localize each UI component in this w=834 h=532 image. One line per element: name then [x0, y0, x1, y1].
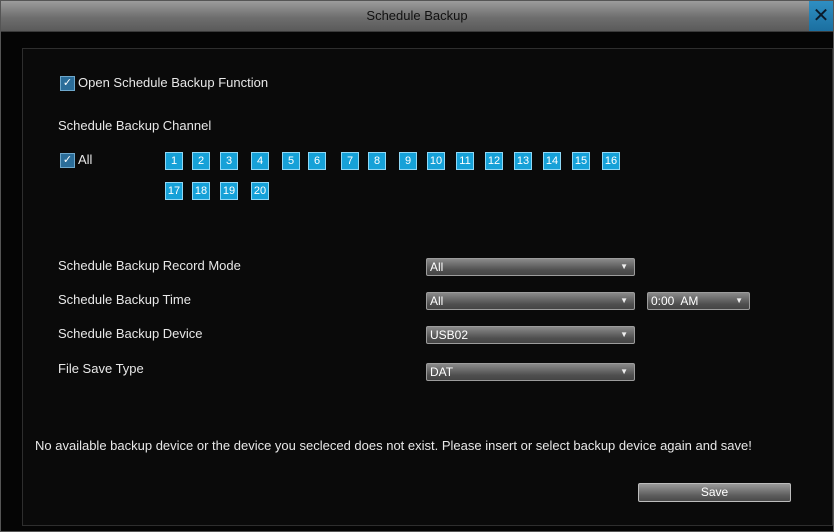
- channel-3-button[interactable]: 3: [220, 152, 238, 170]
- channel-10-button[interactable]: 10: [427, 152, 445, 170]
- channel-11-button[interactable]: 11: [456, 152, 474, 170]
- channel-1-button[interactable]: 1: [165, 152, 183, 170]
- checkmark-icon: ✓: [62, 154, 73, 166]
- backup-device-value: USB02: [430, 328, 469, 342]
- chevron-down-icon: ▼: [620, 330, 628, 339]
- channel-19-button[interactable]: 19: [220, 182, 238, 200]
- backup-device-label: Schedule Backup Device: [58, 326, 203, 341]
- backup-time-of-day-select[interactable]: 0:00 AM ▼: [647, 292, 750, 310]
- file-save-type-value: DAT: [430, 365, 454, 379]
- dialog-title: Schedule Backup: [366, 8, 468, 23]
- checkmark-icon: ✓: [62, 77, 73, 89]
- backup-time-of-day-value: 0:00 AM: [651, 294, 699, 308]
- channel-7-button[interactable]: 7: [341, 152, 359, 170]
- file-save-type-label: File Save Type: [58, 361, 144, 376]
- channel-5-button[interactable]: 5: [282, 152, 300, 170]
- open-function-checkbox[interactable]: ✓: [60, 76, 75, 91]
- save-button[interactable]: Save: [638, 483, 791, 502]
- channel-15-button[interactable]: 15: [572, 152, 590, 170]
- record-mode-label: Schedule Backup Record Mode: [58, 258, 241, 273]
- schedule-backup-dialog: Schedule Backup ✕ ✓ Open Schedule Backup…: [0, 0, 834, 532]
- title-bar: Schedule Backup ✕: [1, 1, 833, 32]
- channel-13-button[interactable]: 13: [514, 152, 532, 170]
- error-message: No available backup device or the device…: [35, 438, 752, 453]
- channel-6-button[interactable]: 6: [308, 152, 326, 170]
- channel-section-title: Schedule Backup Channel: [58, 118, 212, 133]
- channel-17-button[interactable]: 17: [165, 182, 183, 200]
- channel-20-button[interactable]: 20: [251, 182, 269, 200]
- record-mode-value: All: [430, 260, 444, 274]
- chevron-down-icon: ▼: [620, 296, 628, 305]
- open-function-label: Open Schedule Backup Function: [78, 75, 269, 90]
- channel-14-button[interactable]: 14: [543, 152, 561, 170]
- channel-16-button[interactable]: 16: [602, 152, 620, 170]
- backup-time-value: All: [430, 294, 444, 308]
- backup-device-select[interactable]: USB02 ▼: [426, 326, 635, 344]
- chevron-down-icon: ▼: [735, 296, 743, 305]
- file-save-type-select[interactable]: DAT ▼: [426, 363, 635, 381]
- chevron-down-icon: ▼: [620, 367, 628, 376]
- channel-8-button[interactable]: 8: [368, 152, 386, 170]
- record-mode-select[interactable]: All ▼: [426, 258, 635, 276]
- close-button[interactable]: ✕: [809, 1, 833, 31]
- all-channels-label: All: [78, 152, 93, 167]
- all-channels-checkbox[interactable]: ✓: [60, 153, 75, 168]
- channel-2-button[interactable]: 2: [192, 152, 210, 170]
- channel-9-button[interactable]: 9: [399, 152, 417, 170]
- chevron-down-icon: ▼: [620, 262, 628, 271]
- channel-12-button[interactable]: 12: [485, 152, 503, 170]
- close-icon: ✕: [812, 5, 830, 27]
- channel-4-button[interactable]: 4: [251, 152, 269, 170]
- channel-18-button[interactable]: 18: [192, 182, 210, 200]
- backup-time-select[interactable]: All ▼: [426, 292, 635, 310]
- backup-time-label: Schedule Backup Time: [58, 292, 191, 307]
